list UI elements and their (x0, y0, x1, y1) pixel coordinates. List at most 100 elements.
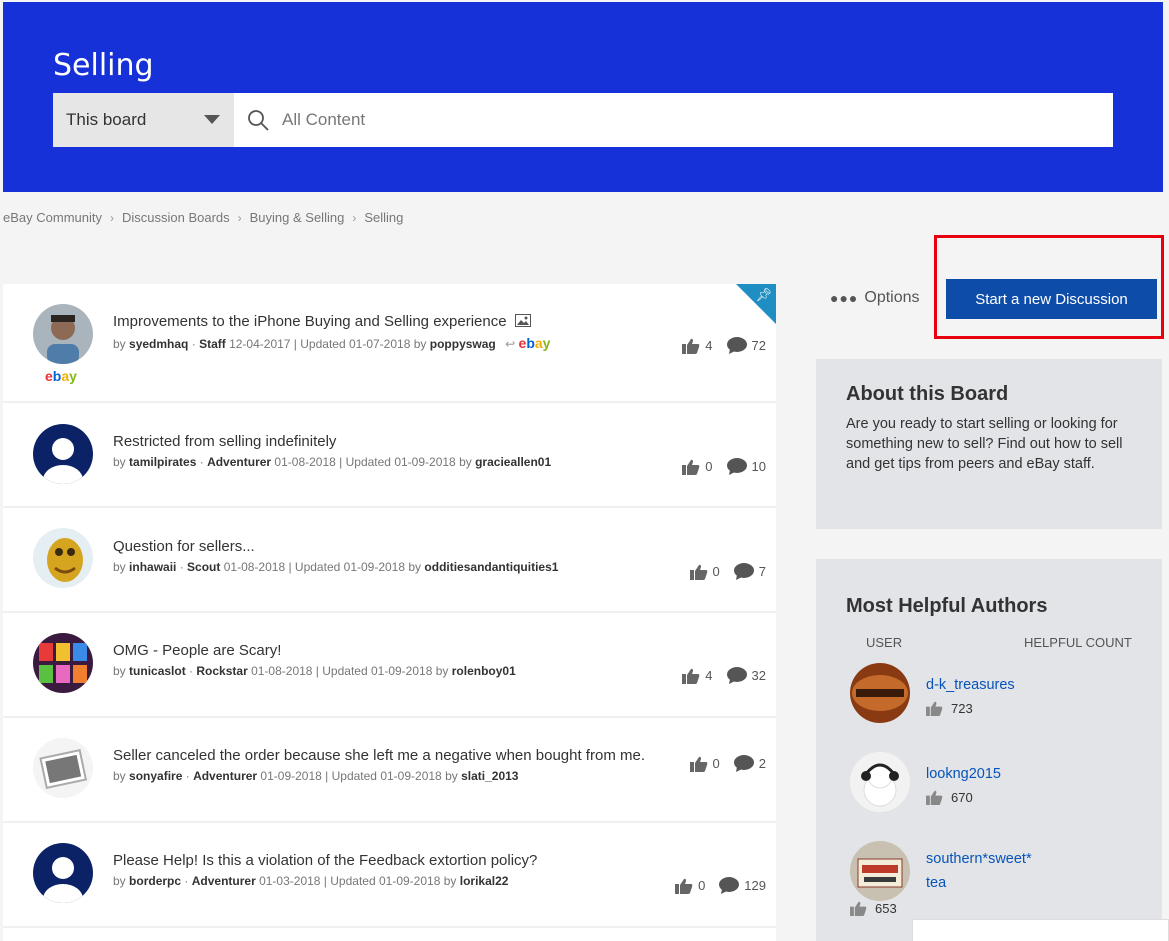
thread-stats: 4 72 (668, 337, 766, 354)
helpful-authors-panel: Most Helpful Authors USER HELPFUL COUNT … (816, 559, 1162, 941)
thumbs-up-icon (682, 338, 700, 354)
kudos-stat: 0 (682, 459, 713, 475)
thread-list: 📌︎ ebay Improvements to the iPhone Buyin… (3, 284, 776, 941)
last-poster[interactable]: odditiesandantiquities1 (424, 560, 558, 574)
chevron-down-icon (204, 115, 220, 124)
thread-meta: by borderpc · Adventurer 01-03-2018 | Up… (113, 874, 509, 888)
col-count-header: HELPFUL COUNT (1024, 635, 1132, 650)
last-poster[interactable]: poppyswag (430, 337, 496, 351)
author-rank: Adventurer (191, 874, 256, 888)
author-name[interactable]: southern*sweet* (926, 851, 1032, 867)
author-name-continued[interactable]: tea (926, 875, 946, 891)
author-rank: Adventurer (193, 769, 258, 783)
board-title: Selling (53, 48, 154, 83)
thumbs-up-icon (682, 459, 700, 475)
last-poster[interactable]: gracieallen01 (475, 455, 551, 469)
ebay-staff-badge: ebay (518, 335, 551, 351)
default-avatar-icon[interactable] (33, 843, 93, 903)
thread-title[interactable]: Seller canceled the order because she le… (113, 747, 645, 764)
creature-avatar-icon[interactable] (33, 528, 93, 588)
floating-panel (912, 919, 1169, 941)
last-poster[interactable]: lorikal22 (460, 874, 509, 888)
avatar[interactable] (850, 752, 910, 812)
thumbs-up-icon (926, 790, 943, 805)
thread-title-text: Improvements to the iPhone Buying and Se… (113, 313, 507, 330)
search-icon (248, 110, 269, 131)
thread-updated: 01-09-2018 (378, 874, 441, 888)
breadcrumb-discussion-boards[interactable]: Discussion Boards (122, 210, 230, 225)
thread-meta: by syedmhaq · Staff 12-04-2017 | Updated… (113, 335, 551, 351)
about-title: About this Board (846, 383, 1009, 405)
thumbs-up-icon (689, 756, 707, 772)
thread-title[interactable]: Improvements to the iPhone Buying and Se… (113, 313, 531, 330)
last-poster[interactable]: slati_2013 (461, 769, 518, 783)
avatar[interactable] (850, 663, 910, 723)
search-input[interactable] (282, 110, 1082, 130)
thumbs-up-icon (926, 701, 943, 716)
thread-date: 01-08-2018 (251, 664, 313, 678)
thread-date: 12-04-2017 (229, 337, 291, 351)
thread-title[interactable]: Question for sellers... (113, 538, 255, 555)
breadcrumb-community[interactable]: eBay Community (3, 210, 102, 225)
comment-icon (733, 755, 754, 772)
thread-author[interactable]: borderpc (129, 874, 181, 888)
comment-icon (719, 877, 740, 894)
thread-title[interactable]: OMG - People are Scary! (113, 642, 281, 659)
thread-author[interactable]: syedmhaq (129, 337, 188, 351)
search-scope-dropdown[interactable]: This board (53, 93, 234, 147)
default-avatar-icon[interactable] (33, 424, 93, 484)
last-poster[interactable]: rolenboy01 (452, 664, 516, 678)
breadcrumb-buying-selling[interactable]: Buying & Selling (250, 210, 345, 225)
helpful-title: Most Helpful Authors (846, 595, 1048, 617)
thread-author[interactable]: inhawaii (129, 560, 176, 574)
thread-title[interactable]: Please Help! Is this a violation of the … (113, 852, 537, 869)
thread-date: 01-08-2018 (223, 560, 286, 574)
thread-author[interactable]: sonyafire (129, 769, 182, 783)
replies-stat: 72 (726, 337, 766, 354)
reply-icon: ↩ (505, 337, 516, 351)
thumbs-up-icon (689, 564, 707, 580)
options-menu[interactable]: ●●● Options (830, 289, 920, 307)
chevron-right-icon: › (237, 210, 242, 225)
kudos-stat: 0 (689, 756, 720, 772)
comment-icon (726, 337, 747, 354)
thread-row: OMG - People are Scary! by tunicaslot · … (3, 613, 776, 718)
photo-placeholder-icon[interactable] (33, 738, 93, 798)
thread-stats: 0 2 (676, 755, 766, 772)
breadcrumb-selling[interactable]: Selling (364, 210, 403, 225)
thread-updated: 01-07-2018 (348, 337, 411, 351)
thread-updated: 01-09-2018 (394, 455, 456, 469)
about-text: Are you ready to start selling or lookin… (846, 416, 1123, 472)
author-rank: Staff (199, 337, 226, 351)
thread-stats: 4 32 (668, 667, 766, 684)
thread-row: Question for sellers... by inhawaii · Sc… (3, 508, 776, 613)
thread-meta: by inhawaii · Scout 01-08-2018 | Updated… (113, 560, 559, 574)
slot-machine-avatar-icon[interactable] (33, 633, 93, 693)
thread-meta: by sonyafire · Adventurer 01-09-2018 | U… (113, 769, 519, 783)
avatar[interactable] (850, 841, 910, 901)
thread-title[interactable]: Restricted from selling indefinitely (113, 433, 336, 450)
start-discussion-button[interactable]: Start a new Discussion (946, 279, 1157, 319)
thread-row: Please Help! Is this a violation of the … (3, 823, 776, 928)
thread-row: Seller canceled the order because she le… (3, 718, 776, 823)
thread-updated: 01-09-2018 (343, 560, 406, 574)
thread-date: 01-09-2018 (260, 769, 322, 783)
image-icon (514, 314, 531, 327)
thread-author[interactable]: tamilpirates (129, 455, 196, 469)
search-bar: This board (53, 93, 1113, 147)
thread-stats: 0 7 (676, 563, 766, 580)
chevron-right-icon: › (109, 210, 114, 225)
author-rank: Adventurer (207, 455, 272, 469)
thumbs-up-icon (850, 901, 867, 916)
author-rank: Rockstar (196, 664, 248, 678)
thread-author[interactable]: tunicaslot (129, 664, 186, 678)
thumbs-up-icon (682, 668, 700, 684)
search-field (234, 93, 1113, 147)
ebay-logo: ebay (45, 368, 77, 384)
author-name[interactable]: lookng2015 (926, 766, 1001, 782)
author-rank: Scout (187, 560, 221, 574)
kudos-stat: 4 (682, 338, 713, 354)
person-photo-icon[interactable] (33, 304, 93, 364)
author-name[interactable]: d-k_treasures (926, 677, 1015, 693)
more-dots-icon: ●●● (830, 290, 859, 306)
